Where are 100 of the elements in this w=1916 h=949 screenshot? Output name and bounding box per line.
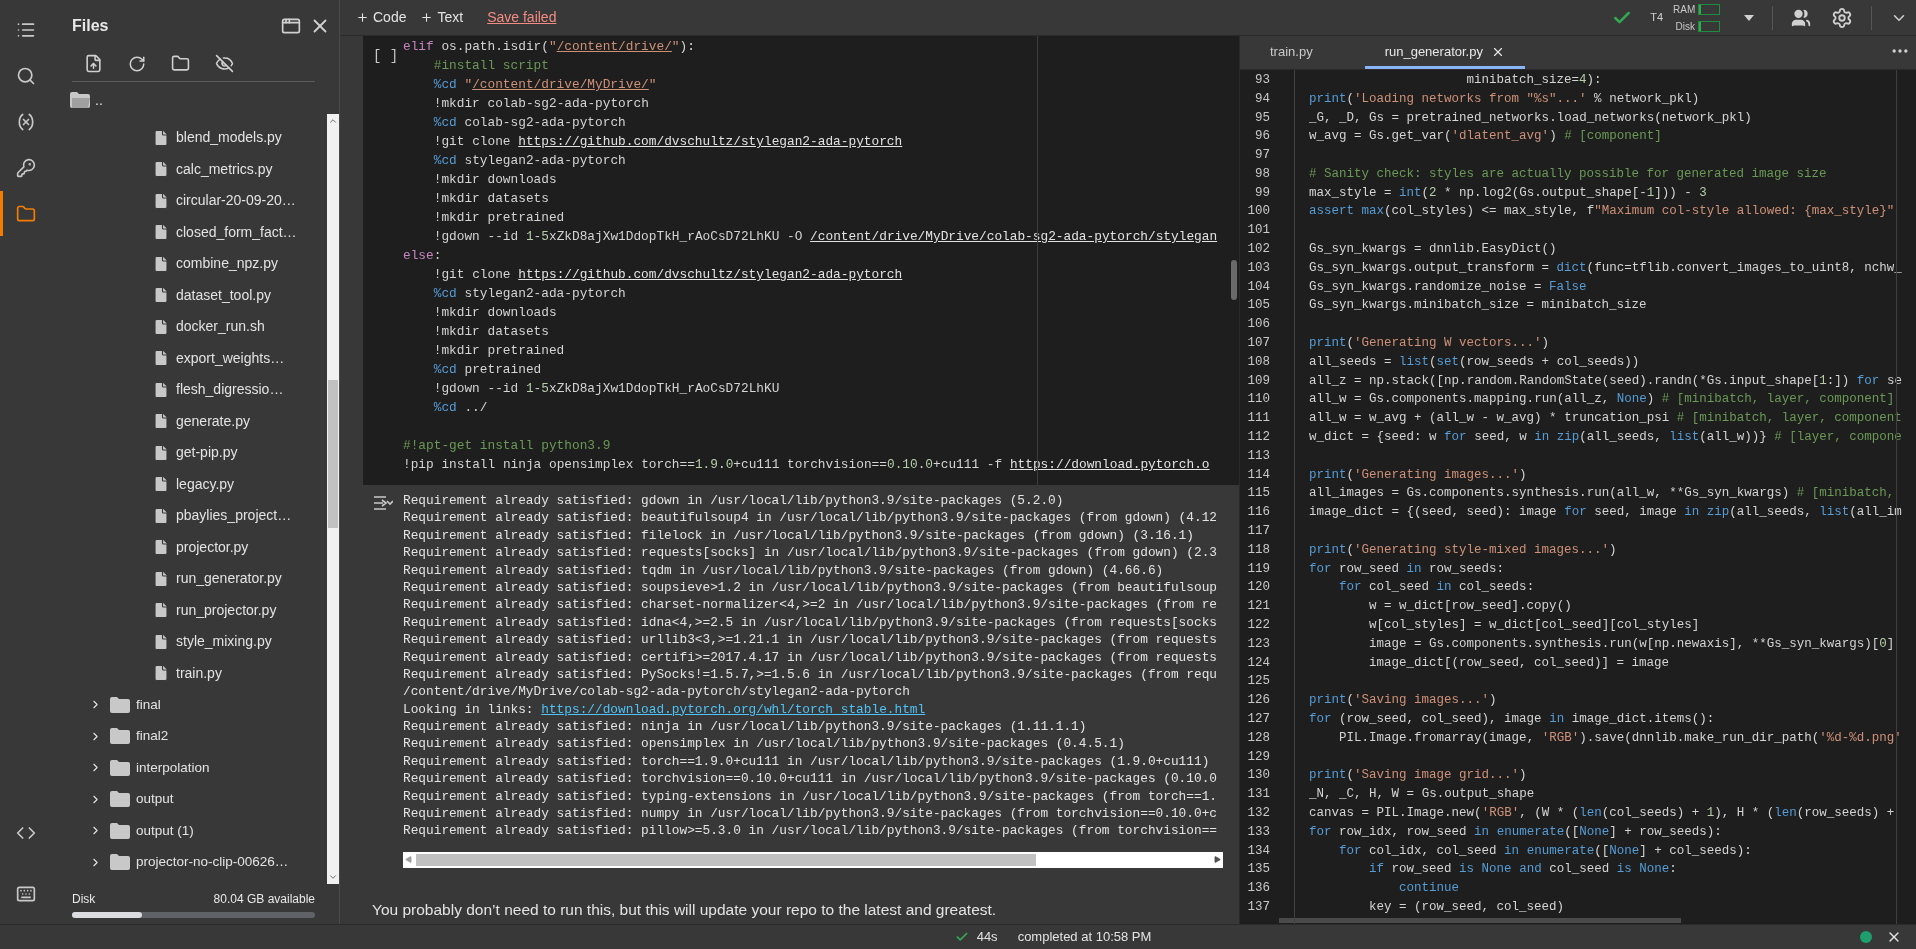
code-line: !mkdir downloads bbox=[432, 171, 557, 189]
line-number: 135 bbox=[1246, 861, 1270, 879]
file-icon bbox=[152, 254, 170, 273]
url-link[interactable]: /content/drive/MyDrive/colab-sg2-ada-pytorch/stylegan bbox=[810, 229, 1218, 244]
file-name: run_projector.py bbox=[176, 600, 277, 620]
line-number: 113 bbox=[1246, 447, 1270, 465]
scrollbar[interactable] bbox=[327, 114, 339, 884]
file-icon bbox=[152, 286, 170, 305]
line-number: 95 bbox=[1254, 109, 1270, 127]
code-line: !mkdir datasets bbox=[432, 190, 549, 208]
file-name: circular-20-09-20… bbox=[176, 191, 296, 211]
file-name: pbaylies_project… bbox=[176, 506, 292, 526]
folder-name: output bbox=[136, 790, 174, 809]
folder-row[interactable]: output bbox=[48, 783, 327, 815]
file-name: style_mixing.py bbox=[176, 632, 272, 652]
scroll-right-icon[interactable] bbox=[1214, 856, 1221, 864]
path-link[interactable]: /content/drive/MyDrive/ bbox=[472, 77, 649, 92]
folder-row[interactable]: projector-no-clip-00626… bbox=[48, 846, 327, 878]
file-row[interactable]: calc_metrics.py bbox=[48, 153, 327, 185]
url-link[interactable]: https://github.com/dvschultz/stylegan2-ada-pytorch bbox=[518, 267, 903, 282]
scrollbar-thumb[interactable] bbox=[328, 380, 338, 528]
file-row[interactable]: run_projector.py bbox=[48, 594, 327, 626]
file-row[interactable]: combine_npz.py bbox=[48, 248, 327, 280]
folder-row[interactable]: final2 bbox=[48, 720, 327, 752]
file-icon bbox=[152, 632, 170, 651]
file-row[interactable]: closed_form_fact… bbox=[48, 216, 327, 248]
drive-folder-icon[interactable] bbox=[171, 54, 190, 73]
line-number: 114 bbox=[1246, 466, 1270, 484]
add-cell-button[interactable]: Code bbox=[356, 7, 407, 28]
plus-icon bbox=[356, 11, 369, 24]
save-status-link[interactable]: Save failed bbox=[487, 7, 557, 28]
code-line: continue bbox=[1398, 880, 1460, 898]
file-row[interactable]: generate.py bbox=[48, 405, 327, 437]
caret-icon[interactable] bbox=[1744, 14, 1754, 21]
upload-icon[interactable] bbox=[84, 54, 103, 73]
output-link[interactable]: https://download.pytorch.org/whl/torch_stable.html bbox=[541, 701, 926, 717]
disk-label: Disk bbox=[72, 891, 96, 908]
file-icon bbox=[152, 664, 170, 683]
line-number: 93 bbox=[1254, 71, 1270, 89]
editor-tab[interactable]: run_generator.py bbox=[1364, 37, 1525, 69]
folder-row[interactable]: final bbox=[48, 689, 327, 721]
notebook-scrollbar-thumb[interactable] bbox=[1231, 260, 1237, 300]
file-row[interactable]: export_weights… bbox=[48, 342, 327, 374]
file-row[interactable]: style_mixing.py bbox=[48, 626, 327, 658]
scroll-down-icon[interactable] bbox=[328, 872, 338, 882]
line-number: 104 bbox=[1246, 278, 1270, 296]
window-icon[interactable] bbox=[281, 16, 301, 36]
folder-open-icon bbox=[70, 92, 90, 108]
add-cell-button[interactable]: Text bbox=[420, 7, 464, 28]
settings-icon[interactable] bbox=[1831, 6, 1853, 29]
file-name: legacy.py bbox=[176, 474, 235, 494]
output-toggle-icon[interactable] bbox=[373, 496, 393, 510]
code-line: !mkdir downloads bbox=[432, 304, 557, 322]
horizontal-scrollbar-thumb[interactable] bbox=[1279, 917, 1681, 923]
code-line: %cd stylegan2-ada-pytorch bbox=[432, 152, 626, 170]
code-line: !mkdir datasets bbox=[432, 323, 549, 341]
file-row[interactable]: blend_models.py bbox=[48, 122, 327, 154]
folder-row[interactable]: interpolation bbox=[48, 752, 327, 784]
file-icon bbox=[152, 475, 170, 494]
run-cell-label[interactable]: [ ] bbox=[363, 46, 403, 67]
code-line: !mkdir pretrained bbox=[432, 342, 565, 360]
file-icon bbox=[152, 601, 170, 620]
people-icon[interactable] bbox=[1791, 7, 1811, 28]
url-link[interactable]: https://download.pytorch.o bbox=[1009, 457, 1210, 472]
output-line: Requirement already satisfied: filelock in /usr/local/lib/python3.9/site-packages (from gdown) (3.16.1) bbox=[403, 526, 1194, 545]
horizontal-scrollbar[interactable] bbox=[403, 851, 1223, 868]
parent-folder-row[interactable]: .. bbox=[48, 86, 339, 114]
file-row[interactable]: projector.py bbox=[48, 531, 327, 563]
code-line: image_dict = {(seed, seed): image for seed, image in zip(all_seeds, list(all_im bbox=[1309, 504, 1902, 522]
code-line: for col_seed in col_seeds: bbox=[1338, 579, 1535, 597]
resources-indicator[interactable]: RAM Disk bbox=[1673, 1, 1720, 34]
file-row[interactable]: pbaylies_project… bbox=[48, 500, 327, 532]
folder-icon bbox=[110, 791, 130, 808]
scroll-up-icon[interactable] bbox=[328, 116, 338, 126]
file-row[interactable]: get-pip.py bbox=[48, 437, 327, 469]
file-icon bbox=[152, 223, 170, 242]
file-row[interactable]: flesh_digressio… bbox=[48, 374, 327, 406]
status-message: completed at 10:58 PM bbox=[1017, 928, 1152, 947]
file-row[interactable]: dataset_tool.py bbox=[48, 279, 327, 311]
file-row[interactable]: docker_run.sh bbox=[48, 311, 327, 343]
line-number: 134 bbox=[1246, 842, 1270, 860]
file-row[interactable]: legacy.py bbox=[48, 468, 327, 500]
file-name: projector.py bbox=[176, 537, 249, 557]
editor-tab[interactable]: train.py bbox=[1250, 37, 1333, 69]
output-line: /content/drive/MyDrive/colab-sg2-ada-pytorch/stylegan2-ada-pytorch bbox=[403, 683, 910, 701]
folder-row[interactable]: output (1) bbox=[48, 815, 327, 847]
file-row[interactable]: train.py bbox=[48, 657, 327, 689]
refresh-icon[interactable] bbox=[128, 54, 146, 73]
line-number: 96 bbox=[1254, 128, 1270, 146]
output-line: Requirement already satisfied: certifi>=2017.4.17 in /usr/local/lib/python3.9/site-packages (from requests bbox=[403, 648, 1217, 666]
file-row[interactable]: circular-20-09-20… bbox=[48, 185, 327, 217]
line-number: 133 bbox=[1246, 823, 1270, 841]
path-link[interactable]: /content/drive/ bbox=[556, 39, 672, 54]
scroll-left-icon[interactable] bbox=[405, 856, 412, 864]
code-line: PIL.Image.fromarray(image, 'RGB').save(dnnlib.make_run_dir_path('%d-%d.png' bbox=[1338, 729, 1902, 747]
file-row[interactable]: run_generator.py bbox=[48, 563, 327, 595]
file-name: combine_npz.py bbox=[176, 254, 278, 274]
eye-off-icon[interactable] bbox=[215, 54, 234, 73]
output-line: Requirement already satisfied: numpy in /usr/local/lib/python3.9/site-packages (from torchvision==0.10.0+c bbox=[403, 805, 1217, 823]
url-link[interactable]: https://github.com/dvschultz/stylegan2-ada-pytorch bbox=[518, 134, 903, 149]
